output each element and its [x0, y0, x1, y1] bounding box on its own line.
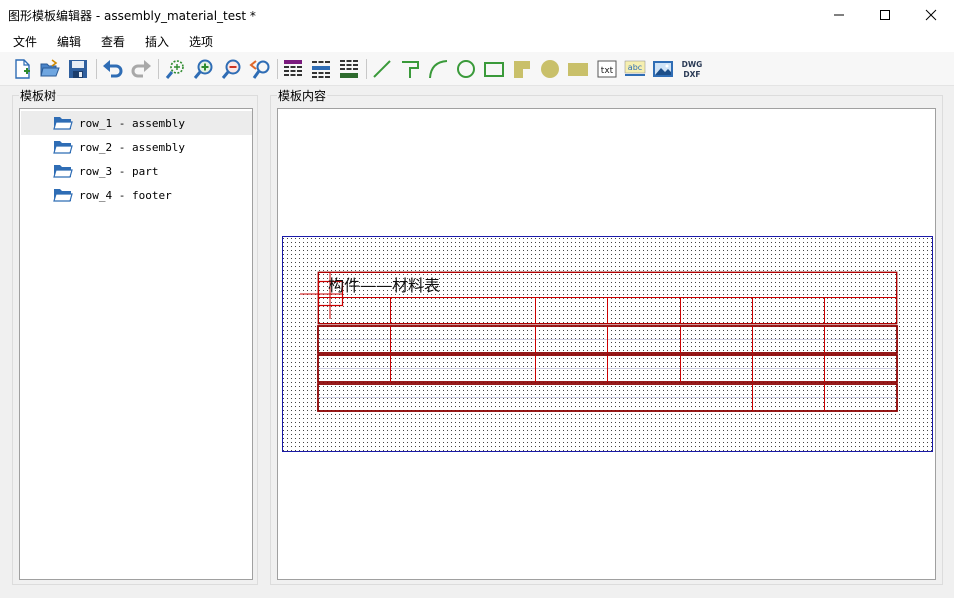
save-icon	[69, 60, 87, 78]
folder-icon	[53, 189, 73, 202]
draw-line-button[interactable]	[370, 57, 394, 81]
folder-icon	[53, 141, 73, 154]
close-button[interactable]	[908, 0, 954, 30]
open-button[interactable]	[38, 57, 62, 81]
draw-rectangle-button[interactable]	[482, 57, 506, 81]
tree-item-label: row_3 - part	[79, 164, 159, 178]
draw-filled-polygon-icon	[514, 61, 530, 78]
draw-arc-icon	[429, 60, 448, 79]
draw-polyline-icon	[402, 61, 419, 78]
zoom-in-button[interactable]	[192, 57, 216, 81]
zoom-fit-icon	[165, 60, 184, 79]
table-title-text[interactable]: 构件——材料表	[328, 276, 440, 295]
abc-icon-label: abc	[628, 63, 642, 72]
tree-item-row-1[interactable]: row_1 - assembly	[21, 111, 252, 135]
import-dwg-dxf-button[interactable]: DWG DXF	[679, 57, 705, 81]
insert-attribute-text-button[interactable]: abc	[623, 57, 647, 81]
save-button[interactable]	[66, 57, 90, 81]
zoom-in-icon	[193, 59, 213, 79]
draw-arc-button[interactable]	[426, 57, 450, 81]
minimize-button[interactable]	[816, 0, 862, 30]
toolbar-separator	[277, 59, 278, 79]
app-window: 图形模板编辑器 - assembly_material_test * 文件 编辑…	[0, 0, 954, 598]
template-canvas[interactable]: 构件——材料表	[277, 108, 936, 580]
maximize-icon	[880, 10, 890, 20]
draw-filled-rectangle-button[interactable]	[566, 57, 590, 81]
tree-item-label: row_2 - assembly	[79, 140, 185, 154]
template-tree-title: 模板树	[19, 87, 58, 104]
tree-item-label: row_1 - assembly	[79, 116, 185, 130]
menu-view[interactable]: 查看	[101, 30, 125, 50]
title-bar: 图形模板编辑器 - assembly_material_test *	[0, 0, 954, 30]
new-button[interactable]	[10, 57, 34, 81]
menu-file[interactable]: 文件	[13, 30, 37, 50]
draw-line-icon	[373, 60, 391, 78]
new-file-icon	[15, 59, 30, 79]
draw-filled-polygon-button[interactable]	[510, 57, 534, 81]
tree-item-row-3[interactable]: row_3 - part	[21, 159, 252, 183]
zoom-previous-icon	[249, 60, 270, 79]
folder-icon	[53, 117, 73, 130]
import-dwg-dxf-icon: DWG DXF	[682, 60, 703, 79]
insert-table-footer-button[interactable]	[337, 57, 361, 81]
insert-table-header-icon	[284, 60, 302, 76]
window-title: 图形模板编辑器 - assembly_material_test *	[8, 9, 256, 23]
zoom-out-button[interactable]	[220, 57, 244, 81]
template-tree[interactable]: row_1 - assembly row_2 - assembly row_3 …	[19, 108, 253, 580]
draw-filled-rectangle-icon	[568, 63, 588, 76]
redo-button[interactable]	[129, 57, 153, 81]
insert-table-row-icon	[312, 61, 330, 78]
draw-circle-button[interactable]	[454, 57, 478, 81]
insert-text-button[interactable]: txt	[595, 57, 619, 81]
folder-icon	[53, 165, 73, 178]
draw-rectangle-icon	[484, 62, 504, 77]
draw-circle-icon	[457, 60, 475, 78]
zoom-out-icon	[221, 59, 241, 79]
draw-filled-circle-icon	[541, 60, 559, 78]
tree-item-row-2[interactable]: row_2 - assembly	[21, 135, 252, 159]
toolbar-separator	[366, 59, 367, 79]
maximize-button[interactable]	[862, 0, 908, 30]
insert-table-header-button[interactable]	[281, 57, 305, 81]
undo-button[interactable]	[101, 57, 125, 81]
insert-text-icon: txt	[597, 60, 617, 78]
insert-image-icon	[653, 61, 673, 77]
tree-item-label: row_4 - footer	[79, 188, 172, 202]
close-icon	[925, 9, 937, 21]
menu-bar: 文件 编辑 查看 插入 选项	[0, 30, 954, 52]
zoom-fit-button[interactable]	[164, 57, 188, 81]
zoom-previous-button[interactable]	[248, 57, 272, 81]
tree-item-row-4[interactable]: row_4 - footer	[21, 183, 252, 207]
redo-icon	[131, 60, 151, 78]
open-folder-icon	[40, 59, 60, 77]
toolbar-separator	[158, 59, 159, 79]
dwg-icon-label: DWG	[682, 60, 703, 69]
template-content-title: 模板内容	[277, 87, 328, 104]
minimize-icon	[834, 14, 844, 16]
menu-edit[interactable]: 编辑	[57, 30, 81, 50]
menu-options[interactable]: 选项	[189, 30, 213, 50]
draw-polyline-button[interactable]	[398, 57, 422, 81]
toolbar: txt abc DWG DXF	[0, 52, 954, 86]
menu-insert[interactable]: 插入	[145, 30, 169, 50]
insert-table-row-button[interactable]	[309, 57, 333, 81]
insert-image-button[interactable]	[651, 57, 675, 81]
dxf-icon-label: DXF	[683, 70, 700, 79]
draw-filled-circle-button[interactable]	[538, 57, 562, 81]
txt-icon-label: txt	[601, 66, 614, 76]
toolbar-separator	[96, 59, 97, 79]
canvas-drawing[interactable]: 构件——材料表	[278, 109, 935, 579]
undo-icon	[103, 60, 123, 78]
insert-table-footer-icon	[340, 60, 358, 78]
insert-attribute-text-icon: abc	[624, 60, 646, 76]
